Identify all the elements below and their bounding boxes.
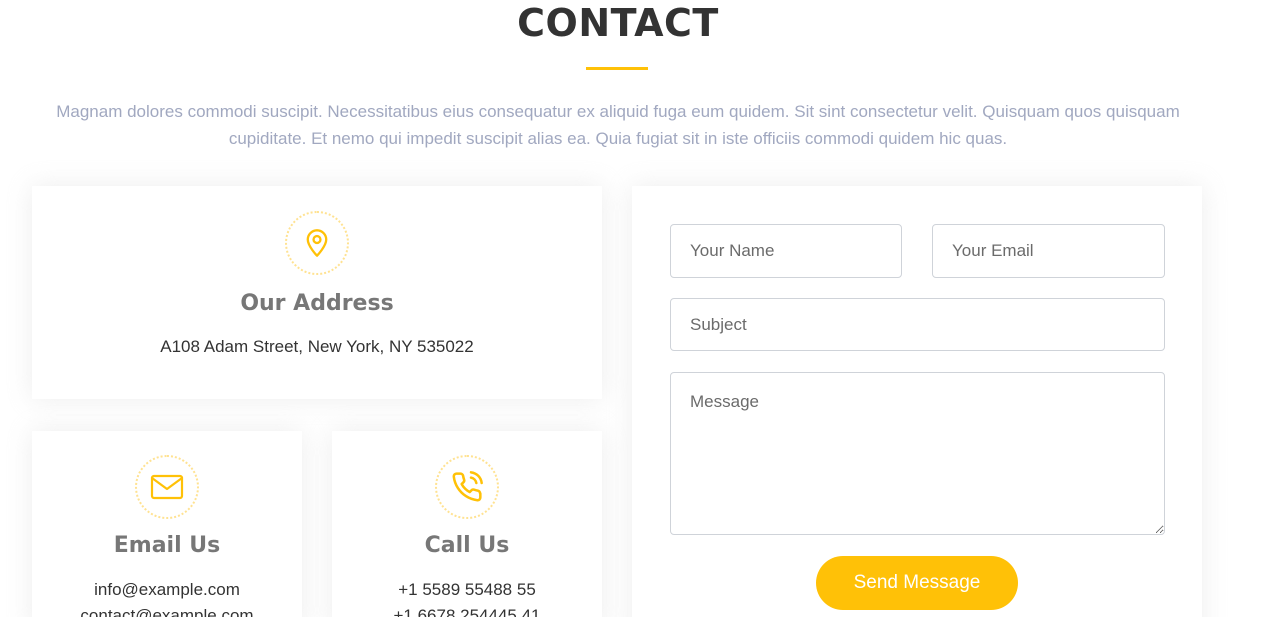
section-header: CONTACT — [0, 0, 1236, 45]
section-title: CONTACT — [517, 1, 719, 45]
email-address-secondary[interactable]: contact@example.com — [32, 603, 302, 617]
call-title: Call Us — [424, 533, 510, 558]
phone-icon — [435, 455, 499, 519]
send-message-button[interactable]: Send Message — [816, 556, 1018, 610]
email-card: Email Us info@example.com contact@exampl… — [32, 431, 302, 617]
title-underline — [586, 67, 648, 70]
message-textarea[interactable] — [670, 372, 1165, 535]
email-address-primary[interactable]: info@example.com — [32, 577, 302, 603]
address-title: Our Address — [240, 291, 394, 316]
email-title: Email Us — [113, 533, 221, 558]
subject-input[interactable] — [670, 298, 1165, 351]
name-input[interactable] — [670, 224, 902, 278]
address-card: Our Address A108 Adam Street, New York, … — [32, 186, 602, 399]
phone-number-secondary[interactable]: +1 6678 254445 41 — [332, 603, 602, 617]
section-description: Magnam dolores commodi suscipit. Necessi… — [56, 102, 1180, 148]
contact-section: CONTACT Magnam dolores commodi suscipit.… — [0, 0, 1278, 617]
map-pin-icon — [285, 211, 349, 275]
address-text: A108 Adam Street, New York, NY 535022 — [160, 337, 474, 356]
envelope-icon — [135, 455, 199, 519]
email-input[interactable] — [932, 224, 1165, 278]
contact-form: Send Message — [632, 186, 1202, 617]
call-card: Call Us +1 5589 55488 55 +1 6678 254445 … — [332, 431, 602, 617]
phone-number-primary[interactable]: +1 5589 55488 55 — [332, 577, 602, 603]
